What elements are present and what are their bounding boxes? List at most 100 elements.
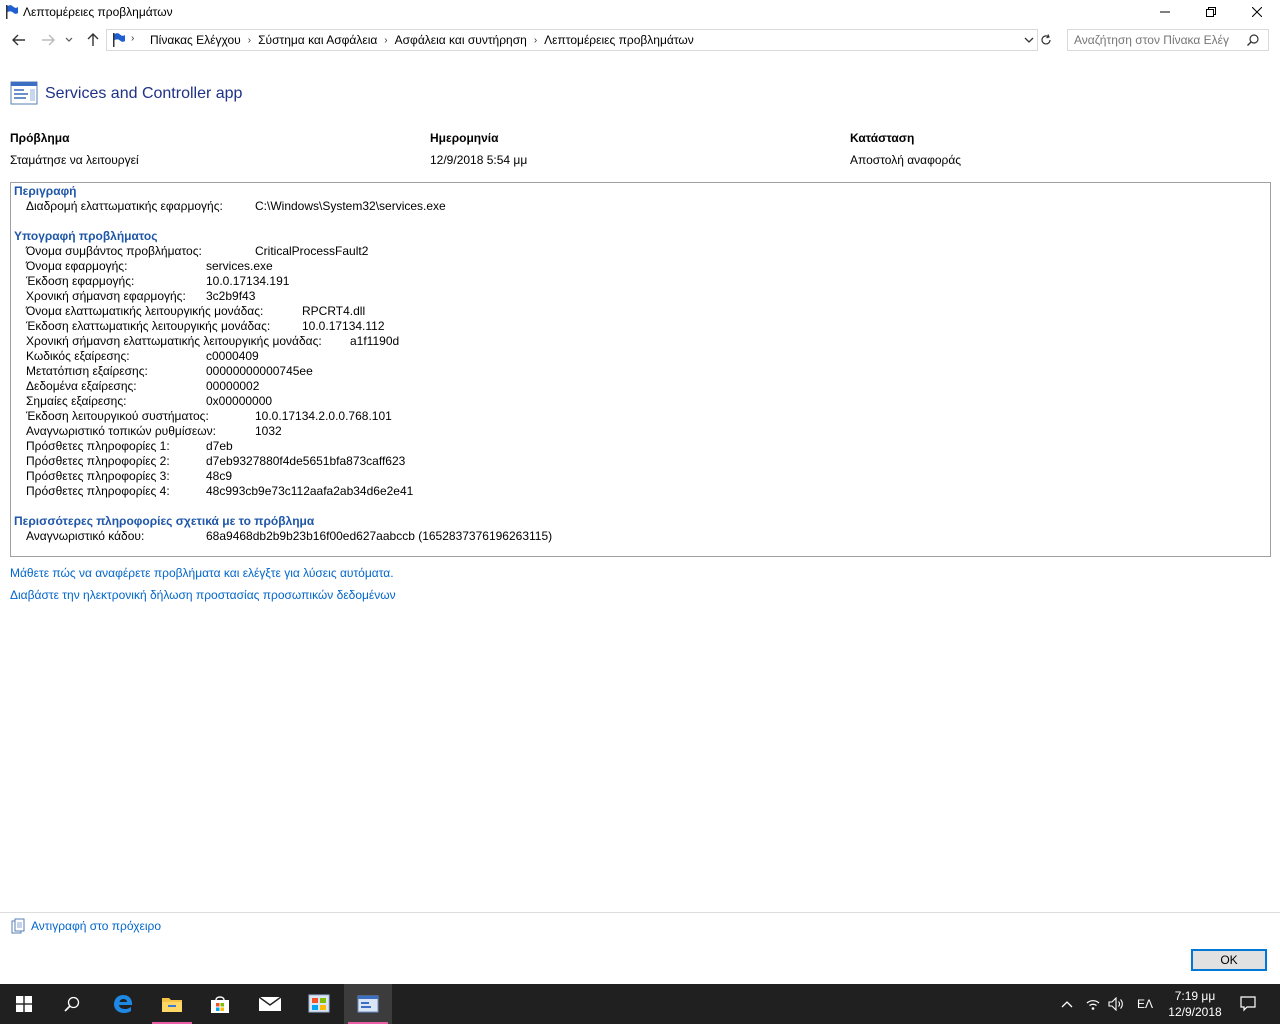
signature-value: 00000000000745ee [206,364,313,378]
recent-locations-button[interactable] [62,28,76,52]
notification-icon [1240,996,1256,1012]
description-heading: Περιγραφή [14,184,77,198]
signature-value: 00000002 [206,379,260,393]
show-hidden-icons-button[interactable] [1056,984,1078,1024]
report-problems-link[interactable]: Μάθετε πώς να αναφέρετε προβλήματα και ε… [10,566,394,580]
search-taskbar-button[interactable] [48,984,96,1024]
windows-logo-icon [16,996,32,1012]
signature-label: Όνομα συμβάντος προβλήματος: [26,244,202,258]
signature-label: Χρονική σήμανση εφαρμογής: [26,289,186,303]
wifi-icon [1086,1000,1100,1010]
signature-value: 1032 [255,424,282,438]
chevron-down-icon[interactable] [1023,33,1035,47]
bucket-id-value: 68a9468db2b9b23b16f00ed627aabccb (165283… [206,529,553,543]
problem-details-panel [10,182,1271,557]
application-window-icon [10,81,38,105]
speaker-icon [1108,997,1123,1011]
application-window-icon [357,995,379,1013]
status-header: Κατάσταση [850,131,915,145]
forward-arrow-icon [42,34,55,46]
signature-value: d7eb [206,439,233,453]
signature-value: CriticalProcessFault2 [255,244,369,258]
signature-value: 3c2b9f43 [206,289,256,303]
taskbar-clock[interactable]: 7:19 μμ 12/9/2018 [1160,988,1230,1020]
refresh-button[interactable] [1038,29,1054,51]
clock-date: 12/9/2018 [1168,1005,1222,1019]
file-explorer-taskbar-button[interactable] [148,984,196,1024]
chevron-down-icon [65,37,73,42]
breadcrumb-security-maintenance[interactable]: Ασφάλεια και συντήρηση [388,33,534,47]
ok-button[interactable]: OK [1191,949,1267,971]
signature-label: Πρόσθετες πληροφορίες 4: [26,484,170,498]
signature-label: Έκδοση εφαρμογής: [26,274,135,288]
signature-label: Όνομα εφαρμογής: [26,259,128,273]
store-taskbar-button[interactable] [196,984,244,1024]
signature-value: services.exe [206,259,273,273]
application-name: Services and Controller app [45,85,243,102]
clock-time: 7:19 μμ [1174,989,1216,1003]
mail-taskbar-button[interactable] [246,984,294,1024]
back-arrow-icon [12,34,25,46]
bucket-id-label: Αναγνωριστικό κάδου: [26,529,145,543]
signature-label: Αναγνωριστικό τοπικών ρυθμίσεων: [26,424,216,438]
flag-icon [113,33,125,47]
signature-value: 0x00000000 [206,394,273,408]
copy-to-clipboard-link[interactable]: Αντιγραφή στο πρόχειρο [31,919,161,933]
breadcrumb-control-panel[interactable]: Πίνακας Ελέγχου [143,33,248,47]
problem-details-taskbar-button[interactable] [344,984,392,1024]
signature-label: Πρόσθετες πληροφορίες 2: [26,454,170,468]
faulting-path-label: Διαδρομή ελαττωματικής εφαρμογής: [26,199,223,213]
signature-value: 10.0.17134.112 [302,319,385,333]
folder-icon [162,998,182,1012]
start-button[interactable] [0,984,48,1024]
forward-button[interactable] [38,28,58,52]
search-icon [64,996,80,1012]
volume-button[interactable] [1106,984,1128,1024]
privacy-statement-link[interactable]: Διαβάστε την ηλεκτρονική δήλωση προστασί… [10,588,396,602]
signature-label: Πρόσθετες πληροφορίες 1: [26,439,170,453]
breadcrumb-system-security[interactable]: Σύστημα και Ασφάλεια [251,33,384,47]
signature-label: Δεδομένα εξαίρεσης: [26,379,137,393]
refresh-icon [1041,34,1051,45]
control-panel-icon [308,994,330,1013]
problem-header: Πρόβλημα [10,131,70,145]
up-button[interactable] [83,28,103,52]
action-center-button[interactable] [1232,984,1264,1024]
signature-value: c0000409 [206,349,259,363]
edge-taskbar-button[interactable] [99,984,147,1024]
close-button[interactable] [1234,0,1280,24]
breadcrumb: Πίνακας Ελέγχου › Σύστημα και Ασφάλεια ›… [143,33,701,47]
mail-icon [258,996,282,1011]
more-info-heading: Περισσότερες πληροφορίες σχετικά με το π… [14,514,315,528]
window-title: Λεπτομέρειες προβλημάτων [23,5,173,19]
search-icon[interactable] [1246,33,1260,47]
back-button[interactable] [9,28,29,52]
signature-label: Έκδοση ελαττωματικής λειτουργικής μονάδα… [26,319,271,333]
chevron-right-icon: › [131,33,135,44]
minimize-button[interactable] [1142,0,1188,24]
problem-value: Σταμάτησε να λειτουργεί [10,153,139,167]
signature-value: 48c9 [206,469,233,483]
signature-label: Σημαίες εξαίρεσης: [26,394,127,408]
signature-label: Κωδικός εξαίρεσης: [26,349,130,363]
signature-label: Χρονική σήμανση ελαττωματικής λειτουργικ… [26,334,322,348]
control-panel-taskbar-button[interactable] [295,984,343,1024]
search-box[interactable] [1067,29,1269,51]
footer-divider [0,912,1280,913]
signature-value: RPCRT4.dll [302,304,366,318]
flag-icon [6,5,18,19]
close-icon [1252,7,1262,17]
store-bag-icon [211,996,229,1013]
network-button[interactable] [1082,984,1104,1024]
signature-value: 10.0.17134.191 [206,274,290,288]
restore-button[interactable] [1188,0,1234,24]
breadcrumb-problem-details[interactable]: Λεπτομέρειες προβλημάτων [537,33,701,47]
signature-heading: Υπογραφή προβλήματος [14,229,158,243]
search-input[interactable] [1074,32,1242,47]
copy-clipboard-icon[interactable] [11,918,25,934]
restore-icon [1206,7,1216,17]
date-header: Ημερομηνία [430,131,499,145]
status-value: Αποστολή αναφοράς [850,153,962,167]
address-bar[interactable]: › Πίνακας Ελέγχου › Σύστημα και Ασφάλεια… [106,29,1038,51]
input-language-button[interactable]: ΕΛ [1132,984,1158,1024]
